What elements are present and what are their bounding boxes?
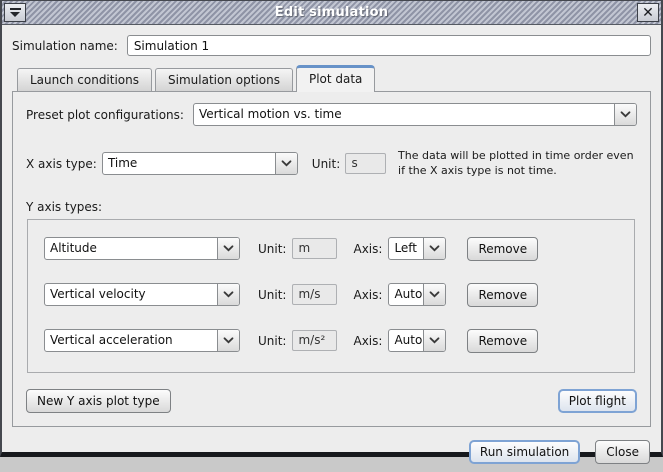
y-axis-types-label: Y axis types: [26, 200, 637, 214]
axis-value: Auto [389, 284, 423, 305]
x-axis-combobox[interactable]: Time [102, 152, 298, 175]
x-unit-value: s [345, 153, 386, 174]
panel-buttons-row: New Y axis plot type Plot flight [26, 389, 637, 413]
tab-simulation-options[interactable]: Simulation options [155, 68, 293, 91]
axis-value: Left [389, 238, 423, 259]
unit-label: Unit: [258, 334, 286, 348]
window-title: Edit simulation [27, 5, 636, 20]
unit-value: m [292, 238, 337, 259]
axis-label: Axis: [353, 288, 382, 302]
chevron-down-icon [217, 330, 239, 351]
y-type-value: Vertical acceleration [45, 330, 217, 351]
simulation-name-row: Simulation name: [12, 35, 651, 56]
window-menu-icon [10, 8, 21, 17]
chevron-down-icon [217, 284, 239, 305]
close-button[interactable]: Close [595, 440, 650, 464]
simulation-name-input[interactable] [127, 35, 651, 56]
axis-combobox-2[interactable]: Auto [388, 283, 446, 306]
tab-launch-conditions[interactable]: Launch conditions [17, 68, 152, 91]
y-type-combobox-3[interactable]: Vertical acceleration [44, 329, 240, 352]
remove-button-2[interactable]: Remove [467, 283, 538, 307]
unit-label: Unit: [258, 242, 286, 256]
preset-combobox-value: Vertical motion vs. time [194, 104, 614, 125]
remove-button-1[interactable]: Remove [467, 237, 538, 261]
edit-simulation-dialog: Edit simulation ✕ Simulation name: Launc… [0, 0, 663, 457]
preset-row: Preset plot configurations: Vertical mot… [26, 103, 637, 126]
x-axis-label: X axis type: [26, 157, 97, 171]
axis-label: Axis: [353, 242, 382, 256]
dialog-body: Simulation name: Launch conditions Simul… [2, 25, 661, 472]
title-bar: Edit simulation ✕ [2, 1, 661, 25]
y-axis-row-2: Vertical velocity Unit: m/s Axis: Auto [44, 283, 618, 307]
plot-data-panel: Preset plot configurations: Vertical mot… [12, 91, 651, 427]
chevron-down-icon [217, 238, 239, 259]
simulation-name-label: Simulation name: [12, 39, 118, 53]
y-axis-row-3: Vertical acceleration Unit: m/s² Axis: A… [44, 329, 618, 353]
plot-flight-button[interactable]: Plot flight [558, 389, 637, 413]
close-icon: ✕ [642, 6, 654, 20]
chevron-down-icon [614, 104, 636, 125]
chevron-down-icon [423, 284, 445, 305]
preset-combobox[interactable]: Vertical motion vs. time [193, 103, 637, 126]
new-y-axis-plot-type-button[interactable]: New Y axis plot type [26, 389, 171, 413]
run-simulation-button[interactable]: Run simulation [469, 440, 580, 464]
unit-label: Unit: [258, 288, 286, 302]
tab-bar: Launch conditions Simulation options Plo… [12, 65, 651, 91]
y-type-value: Altitude [45, 238, 217, 259]
dialog-footer: Run simulation Close [12, 440, 651, 464]
tab-plot-data[interactable]: Plot data [296, 65, 375, 92]
chevron-down-icon [423, 238, 445, 259]
unit-value: m/s [292, 284, 337, 305]
y-type-combobox-2[interactable]: Vertical velocity [44, 283, 240, 306]
unit-value: m/s² [292, 330, 337, 351]
chevron-down-icon [423, 330, 445, 351]
y-axis-row-1: Altitude Unit: m Axis: Left [44, 237, 618, 261]
time-order-note: The data will be plotted in time order e… [398, 149, 637, 179]
remove-button-3[interactable]: Remove [467, 329, 538, 353]
x-unit-label: Unit: [312, 157, 340, 171]
axis-value: Auto [389, 330, 423, 351]
chevron-down-icon [275, 153, 297, 174]
axis-label: Axis: [353, 334, 382, 348]
preset-label: Preset plot configurations: [26, 108, 184, 122]
y-axis-group: Altitude Unit: m Axis: Left [27, 219, 635, 373]
y-type-value: Vertical velocity [45, 284, 217, 305]
x-axis-row: X axis type: Time Unit: s The data will … [26, 149, 637, 179]
axis-combobox-1[interactable]: Left [388, 237, 446, 260]
y-type-combobox-1[interactable]: Altitude [44, 237, 240, 260]
x-axis-combobox-value: Time [103, 153, 275, 174]
window-menu-button[interactable] [4, 3, 26, 22]
axis-combobox-3[interactable]: Auto [388, 329, 446, 352]
close-window-button[interactable]: ✕ [637, 3, 659, 22]
